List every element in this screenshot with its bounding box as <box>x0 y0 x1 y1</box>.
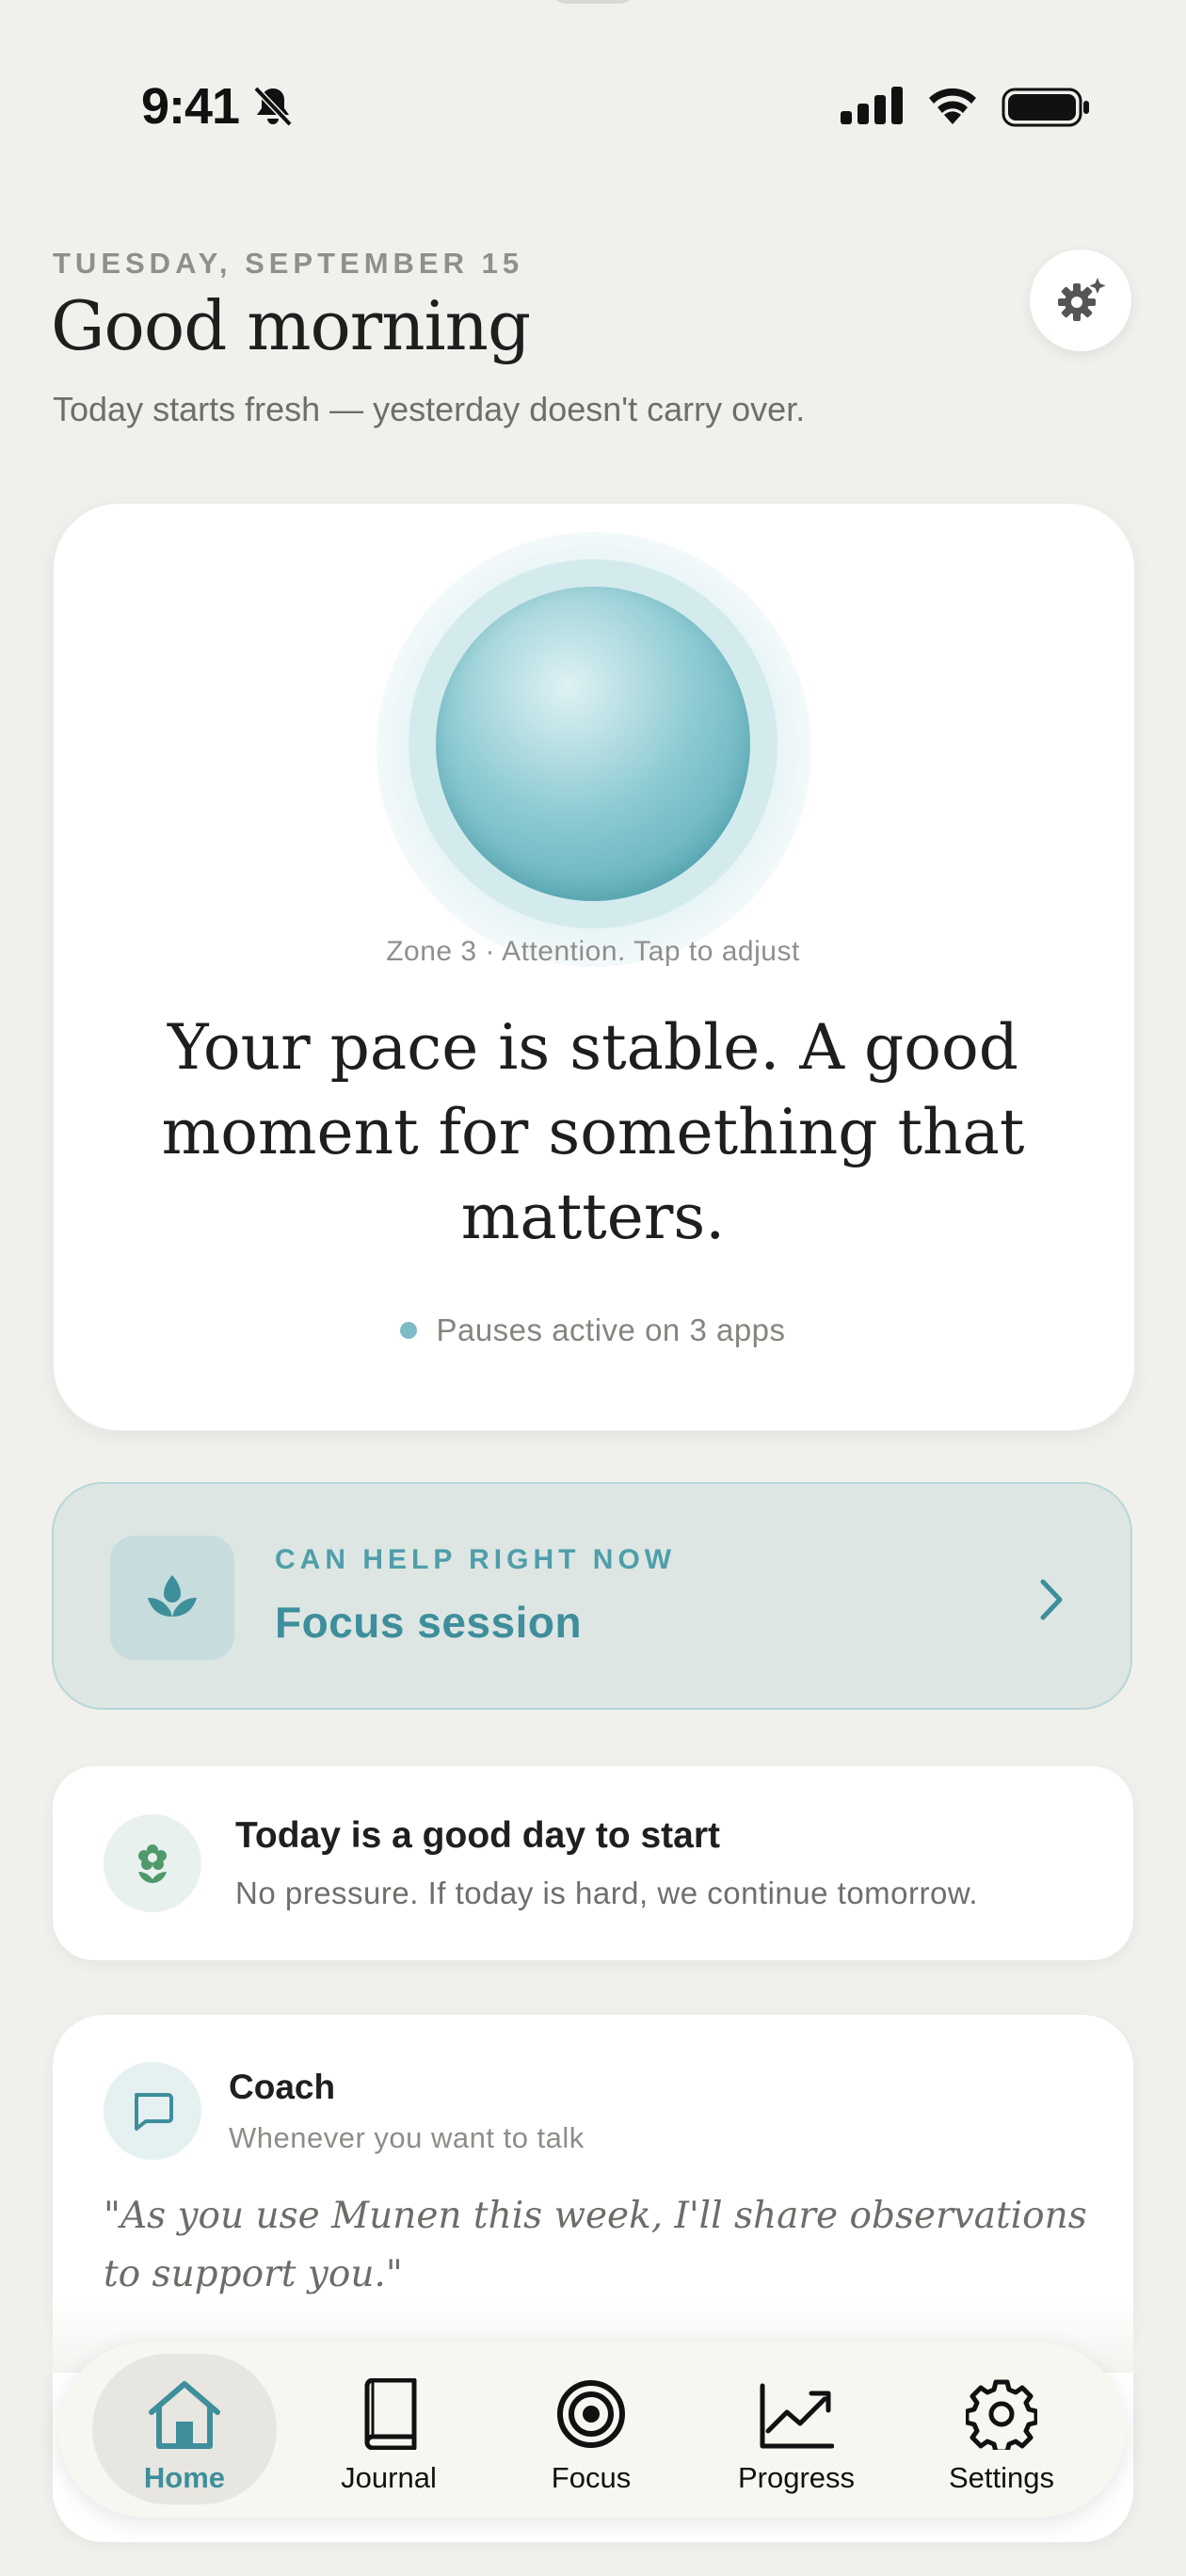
lotus-icon <box>148 1575 197 1617</box>
tab-focus-label: Focus <box>551 2461 632 2494</box>
pauses-status: Pauses active on 3 apps <box>53 1312 1133 1348</box>
tab-settings[interactable]: Settings <box>909 2354 1094 2504</box>
attention-orb[interactable] <box>436 587 750 901</box>
wifi-icon <box>929 88 976 124</box>
cellular-signal-icon <box>841 87 903 124</box>
chevron-right-icon <box>1040 1579 1063 1620</box>
tab-progress-label: Progress <box>737 2461 856 2494</box>
greeting-title: Good morning <box>51 286 531 365</box>
silent-bell-icon <box>253 86 293 127</box>
tab-home-label: Home <box>143 2461 226 2494</box>
focus-kicker: CAN HELP RIGHT NOW <box>275 1544 677 1575</box>
tab-progress[interactable]: Progress <box>704 2354 889 2504</box>
state-headline: Your pace is stable. A good moment for s… <box>161 1011 1025 1253</box>
zone-label[interactable]: Zone 3 · Attention. Tap to adjust <box>53 936 1133 968</box>
status-dot <box>400 1322 418 1339</box>
good-day-card <box>53 1766 1133 1960</box>
gear-sparkle-icon <box>1058 278 1106 321</box>
book-icon <box>364 2378 417 2450</box>
greeting-subtitle: Today starts fresh — yesterday doesn't c… <box>53 390 806 428</box>
home-icon <box>149 2381 220 2449</box>
settings-sparkle-button[interactable] <box>1030 250 1131 351</box>
coach-subtitle: Whenever you want to talk <box>229 2121 585 2154</box>
dynamic-island-indicator <box>551 0 635 4</box>
tab-journal-label: Journal <box>341 2461 437 2494</box>
flower-icon <box>138 1844 167 1883</box>
target-icon <box>557 2380 625 2448</box>
date-label: TUESDAY, SEPTEMBER 15 <box>53 247 524 280</box>
status-time: 9:41 <box>141 78 240 135</box>
good-day-subtitle: No pressure. If today is hard, we contin… <box>235 1876 979 1910</box>
coach-icon-badge <box>104 2062 201 2160</box>
coach-quote: "As you use Munen this week, I'll share … <box>104 2195 1087 2295</box>
pauses-text: Pauses active on 3 apps <box>436 1312 786 1347</box>
tab-settings-label: Settings <box>948 2461 1054 2494</box>
good-day-title: Today is a good day to start <box>235 1815 721 1856</box>
focus-icon-tile <box>110 1536 234 1660</box>
battery-icon <box>1002 88 1089 127</box>
coach-title: Coach <box>229 2068 336 2106</box>
gear-icon <box>966 2379 1037 2450</box>
tab-journal[interactable]: Journal <box>296 2354 481 2504</box>
growth-icon-badge <box>104 1814 201 1912</box>
focus-title: Focus session <box>275 1598 583 1647</box>
tab-home[interactable]: Home <box>92 2354 277 2504</box>
tab-focus[interactable]: Focus <box>499 2354 683 2504</box>
chat-bubble-icon <box>135 2093 173 2131</box>
chart-icon <box>760 2383 834 2449</box>
